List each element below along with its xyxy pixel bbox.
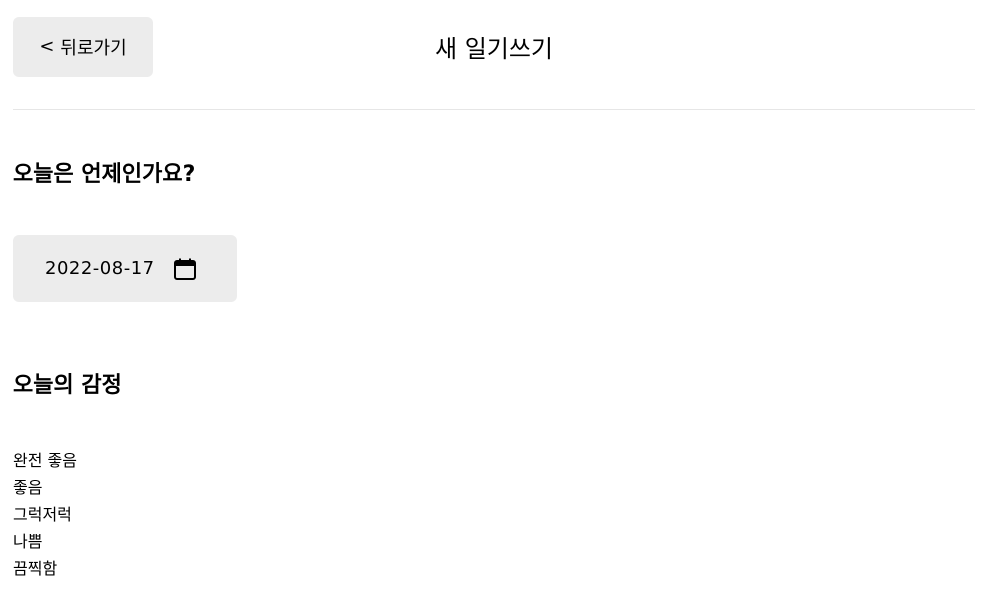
emotion-option[interactable]: 끔찍함 [13, 555, 77, 582]
page-title: 새 일기쓰기 [434, 35, 554, 63]
emotion-option[interactable]: 완전 좋음 [13, 447, 77, 474]
header: < 뒤로가기 새 일기쓰기 [13, 17, 975, 110]
date-input[interactable]: 2022-08-17 [13, 235, 237, 302]
emotion-option[interactable]: 나쁨 [13, 528, 77, 555]
emotion-option[interactable]: 좋음 [13, 474, 77, 501]
emotion-section-title: 오늘의 감정 [13, 373, 122, 398]
emotion-option[interactable]: 그럭저럭 [13, 501, 77, 528]
calendar-icon[interactable] [173, 257, 197, 281]
diary-editor-page: < 뒤로가기 새 일기쓰기 오늘은 언제인가요? 2022-08-17 오늘의 … [0, 0, 990, 600]
date-section-title: 오늘은 언제인가요? [13, 162, 196, 187]
emotion-list: 완전 좋음 좋음 그럭저럭 나쁨 끔찍함 [13, 447, 77, 582]
date-value: 2022-08-17 [45, 258, 155, 279]
